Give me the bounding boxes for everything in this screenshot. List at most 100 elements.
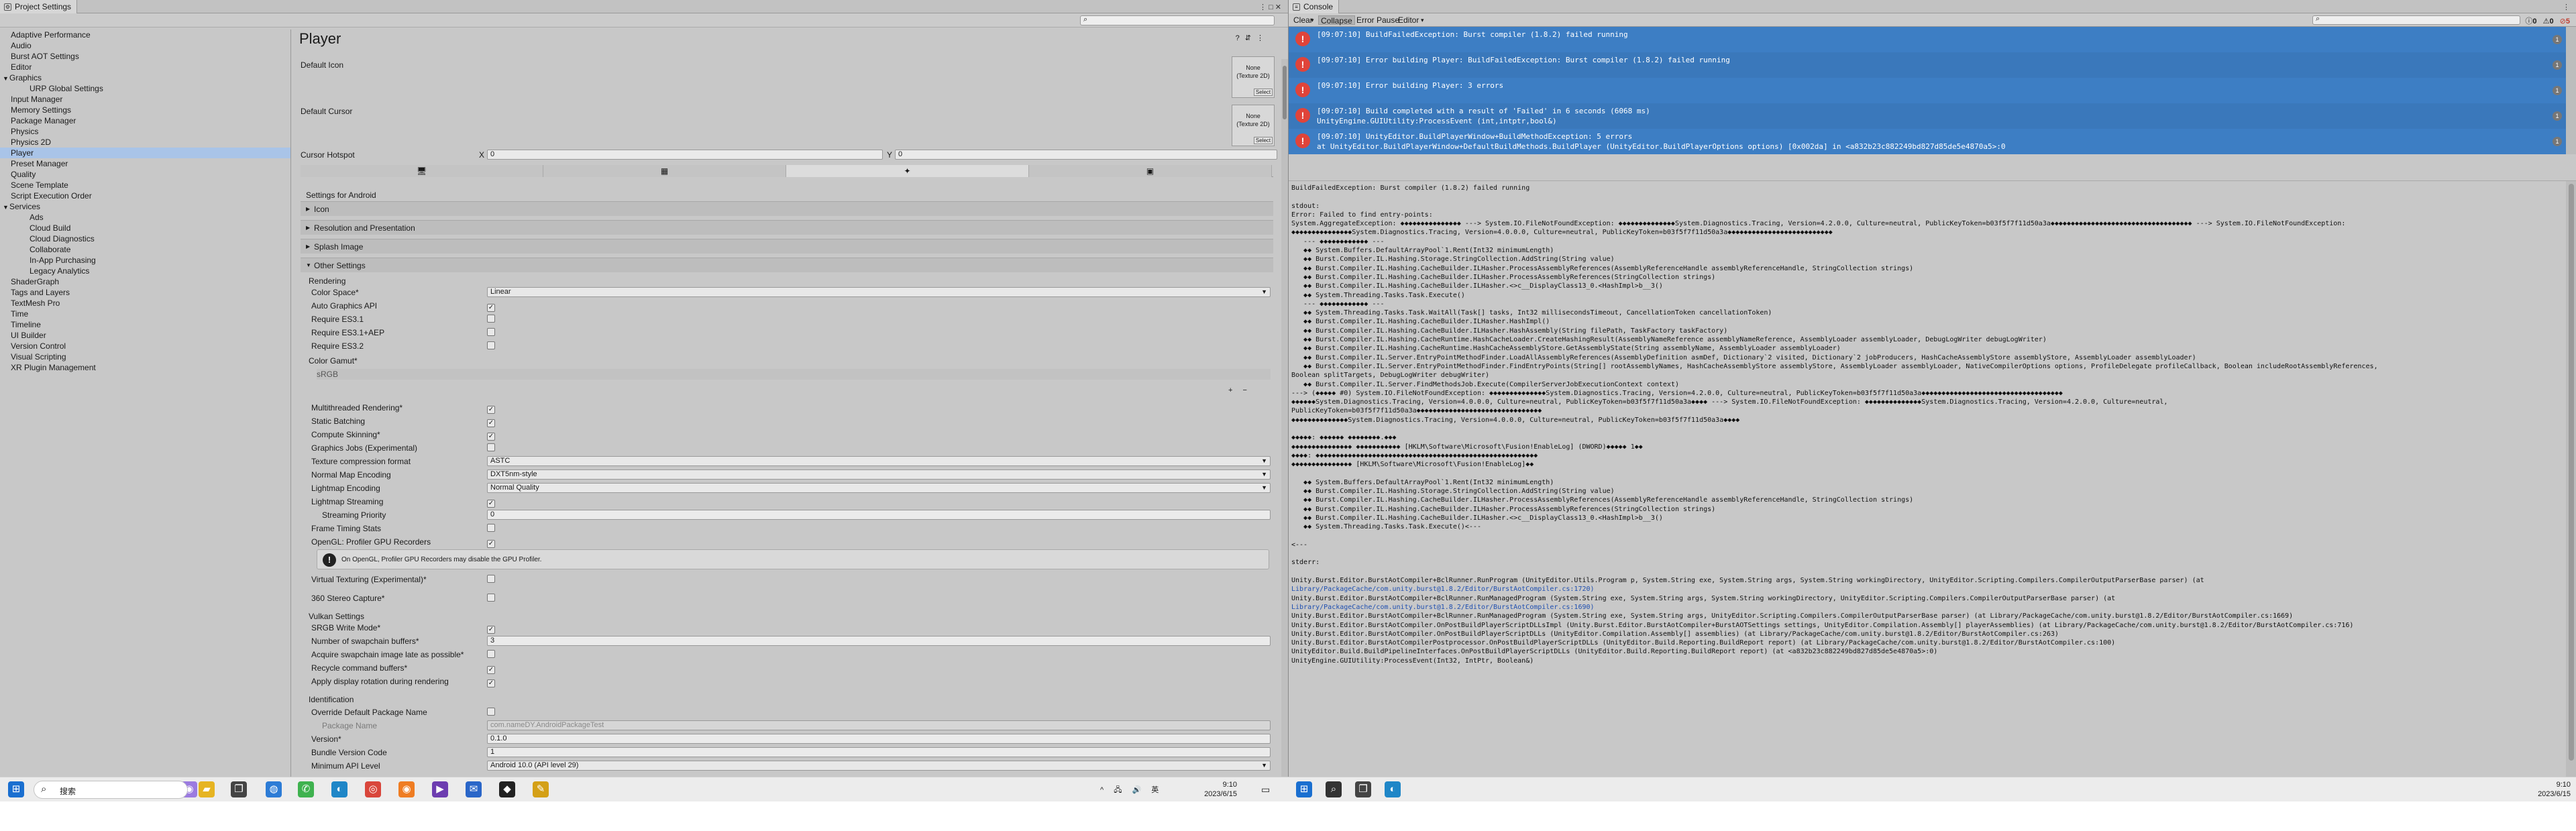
opengl-profiler-checkbox[interactable]: ✓ bbox=[487, 540, 495, 548]
tree-item[interactable]: Time bbox=[0, 309, 290, 319]
log-entry[interactable]: ! [09:07:10] Error building Player: 3 err… bbox=[1289, 78, 2566, 103]
tree-item[interactable]: XR Plugin Management bbox=[0, 362, 290, 373]
hotspot-x-input[interactable]: 0 bbox=[487, 150, 883, 160]
chevron-down-icon[interactable]: ▼ bbox=[3, 73, 9, 84]
compute-skinning-checkbox[interactable]: ✓ bbox=[487, 433, 495, 441]
error-pause-toggle[interactable]: Error Pause bbox=[1354, 15, 1401, 25]
start-icon[interactable]: ⊞ bbox=[1296, 781, 1312, 797]
tree-item[interactable]: Cloud Diagnostics bbox=[0, 233, 290, 244]
frame-timing-checkbox[interactable] bbox=[487, 524, 495, 532]
preset-icon[interactable]: ⇵ bbox=[1245, 34, 1256, 42]
wechat-icon[interactable]: ✆ bbox=[298, 781, 314, 797]
tree-item[interactable]: Burst AOT Settings bbox=[0, 51, 290, 62]
tree-item[interactable]: Legacy Analytics bbox=[0, 266, 290, 276]
task-view-icon[interactable]: ❐ bbox=[231, 781, 247, 797]
tree-item[interactable]: URP Global Settings bbox=[0, 83, 290, 94]
tree-item[interactable]: Script Execution Order bbox=[0, 190, 290, 201]
tree-item[interactable]: Memory Settings bbox=[0, 105, 290, 115]
static-batching-checkbox[interactable]: ✓ bbox=[487, 419, 495, 427]
log-entry[interactable]: ! [09:07:10] Build completed with a resul… bbox=[1289, 103, 2566, 129]
default-cursor-slot[interactable]: None (Texture 2D) Select bbox=[1232, 105, 1275, 146]
tree-item[interactable]: Visual Scripting bbox=[0, 351, 290, 362]
settings-scrollbar[interactable] bbox=[1281, 59, 1288, 777]
tree-item[interactable]: Timeline bbox=[0, 319, 290, 330]
multithreaded-checkbox[interactable]: ✓ bbox=[487, 406, 495, 414]
clock[interactable]: 9:10 2023/6/15 bbox=[2516, 780, 2571, 799]
resolution-foldout[interactable]: ▶ Resolution and Presentation bbox=[301, 220, 1273, 235]
apply-rotation-checkbox[interactable]: ✓ bbox=[487, 679, 495, 687]
console-search-input[interactable]: ⌕ bbox=[2312, 15, 2520, 25]
scrollbar-thumb[interactable] bbox=[1283, 66, 1287, 119]
vs-icon[interactable]: ▶ bbox=[432, 781, 448, 797]
firefox-icon[interactable]: ◉ bbox=[398, 781, 415, 797]
browser-a-icon[interactable]: ◍ bbox=[266, 781, 282, 797]
detail-scrollbar[interactable] bbox=[2566, 181, 2576, 777]
tree-item[interactable]: Player bbox=[0, 148, 290, 158]
platform-tab-standalone[interactable]: 🖥 bbox=[301, 165, 543, 177]
other-settings-foldout[interactable]: ▼ Other Settings bbox=[301, 258, 1273, 272]
log-entry[interactable]: ! [09:07:10] UnityEditor.BuildPlayerWindo… bbox=[1289, 129, 2566, 154]
lightmap-streaming-checkbox[interactable]: ✓ bbox=[487, 500, 495, 508]
tree-item[interactable]: Package Manager bbox=[0, 115, 290, 126]
editor-dropdown[interactable]: Editor bbox=[1396, 15, 1421, 25]
tree-item[interactable]: Version Control bbox=[0, 341, 290, 351]
clear-dropdown-icon[interactable]: ▾ bbox=[1309, 15, 1316, 25]
icon-foldout[interactable]: ▶ Icon bbox=[301, 201, 1273, 216]
bundle-code-input[interactable]: 1 bbox=[487, 747, 1271, 757]
notification-icon[interactable]: ▭ bbox=[1261, 784, 1274, 795]
tree-item[interactable]: Preset Manager bbox=[0, 158, 290, 169]
lightmap-encoding-dropdown[interactable]: Normal Quality ▼ bbox=[487, 483, 1271, 493]
collapse-toggle[interactable]: Collapse bbox=[1318, 15, 1355, 25]
platform-tab-windows-store[interactable]: ▦ bbox=[543, 165, 786, 177]
texture-compression-dropdown[interactable]: ASTC ▼ bbox=[487, 456, 1271, 466]
tree-item[interactable]: Tags and Layers bbox=[0, 287, 290, 298]
color-space-dropdown[interactable]: Linear ▼ bbox=[487, 287, 1271, 297]
virtual-texturing-checkbox[interactable] bbox=[487, 575, 495, 583]
console-tab[interactable]: ≡ Console bbox=[1289, 0, 1340, 13]
override-package-checkbox[interactable] bbox=[487, 708, 495, 716]
info-count-toggle[interactable]: ⓘ0 bbox=[2525, 15, 2536, 26]
edge-icon[interactable]: ◐ bbox=[331, 781, 347, 797]
scrollbar-thumb[interactable] bbox=[2569, 184, 2574, 761]
tree-item[interactable]: UI Builder bbox=[0, 330, 290, 341]
platform-tab-webgl[interactable]: ▣ bbox=[1029, 165, 1272, 177]
log-list-scrollbar[interactable] bbox=[2566, 27, 2576, 154]
gamut-add-remove-buttons[interactable]: + − bbox=[1228, 386, 1251, 394]
task-view-icon[interactable]: ❐ bbox=[1355, 781, 1371, 797]
auto-graphics-checkbox[interactable]: ✓ bbox=[487, 304, 495, 312]
tree-item[interactable]: Physics bbox=[0, 126, 290, 137]
tree-item[interactable]: Audio bbox=[0, 40, 290, 51]
console-splitter[interactable] bbox=[1289, 154, 2576, 181]
min-api-dropdown[interactable]: Android 10.0 (API level 29) ▼ bbox=[487, 761, 1271, 771]
chevron-down-icon[interactable]: ▼ bbox=[3, 202, 9, 213]
tree-item[interactable]: Cloud Build bbox=[0, 223, 290, 233]
folder-icon[interactable]: ▰ bbox=[199, 781, 215, 797]
start-icon[interactable]: ⊞ bbox=[8, 781, 24, 797]
detail-line[interactable]: Library/PackageCache/com.unity.burst@1.8… bbox=[1291, 603, 2566, 612]
edge-icon[interactable]: ◐ bbox=[1385, 781, 1401, 797]
project-settings-tab[interactable]: ⚙ Project Settings bbox=[0, 0, 78, 13]
swapchain-buffers-input[interactable]: 3 bbox=[487, 636, 1271, 646]
tree-item[interactable]: Editor bbox=[0, 62, 290, 72]
kebab-menu-icon[interactable]: ⋮ bbox=[2563, 3, 2570, 11]
detail-line[interactable]: Library/PackageCache/com.unity.burst@1.8… bbox=[1291, 585, 2566, 594]
log-entry[interactable]: ! [09:07:10] BuildFailedException: Burst … bbox=[1289, 27, 2566, 52]
acquire-late-checkbox[interactable] bbox=[487, 650, 495, 658]
platform-tab-android[interactable]: ✦ bbox=[786, 165, 1029, 177]
log-entry[interactable]: ! [09:07:10] Error building Player: Build… bbox=[1289, 52, 2566, 78]
default-icon-select-button[interactable]: Select bbox=[1254, 89, 1273, 96]
hotspot-y-input[interactable]: 0 bbox=[895, 150, 1277, 160]
tree-item[interactable]: Physics 2D bbox=[0, 137, 290, 148]
es31aep-checkbox[interactable] bbox=[487, 328, 495, 336]
tree-item[interactable]: ▼Services bbox=[0, 201, 290, 212]
tree-item[interactable]: Ads bbox=[0, 212, 290, 223]
recycle-buffers-checkbox[interactable]: ✓ bbox=[487, 666, 495, 674]
splash-foldout[interactable]: ▶ Splash Image bbox=[301, 239, 1273, 254]
system-tray[interactable]: ^ 🖧 🔊 英 bbox=[1100, 784, 1163, 797]
list-item[interactable]: sRGB bbox=[317, 370, 338, 379]
chevron-down-icon[interactable]: ▾ bbox=[1419, 15, 1426, 25]
tree-item[interactable]: Quality bbox=[0, 169, 290, 180]
streaming-priority-input[interactable]: 0 bbox=[487, 510, 1271, 520]
tree-item[interactable]: ▼Graphics bbox=[0, 72, 290, 83]
tree-item[interactable]: ShaderGraph bbox=[0, 276, 290, 287]
